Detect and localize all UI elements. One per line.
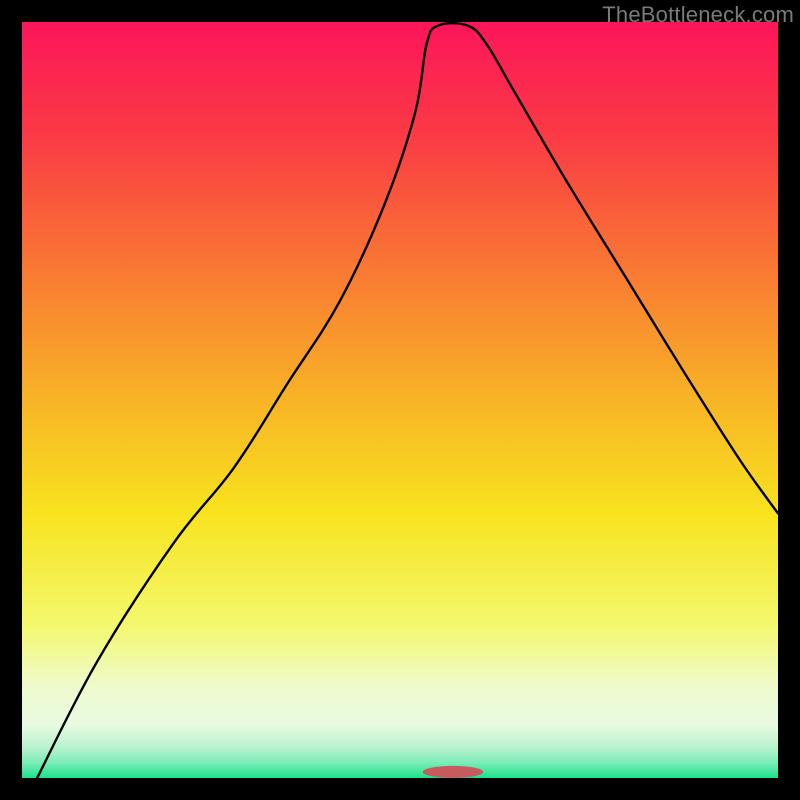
gradient-background (22, 22, 778, 778)
watermark-text: TheBottleneck.com (602, 2, 794, 28)
chart-plot (22, 22, 778, 778)
optimal-marker (423, 766, 483, 778)
chart-frame: TheBottleneck.com (0, 0, 800, 800)
